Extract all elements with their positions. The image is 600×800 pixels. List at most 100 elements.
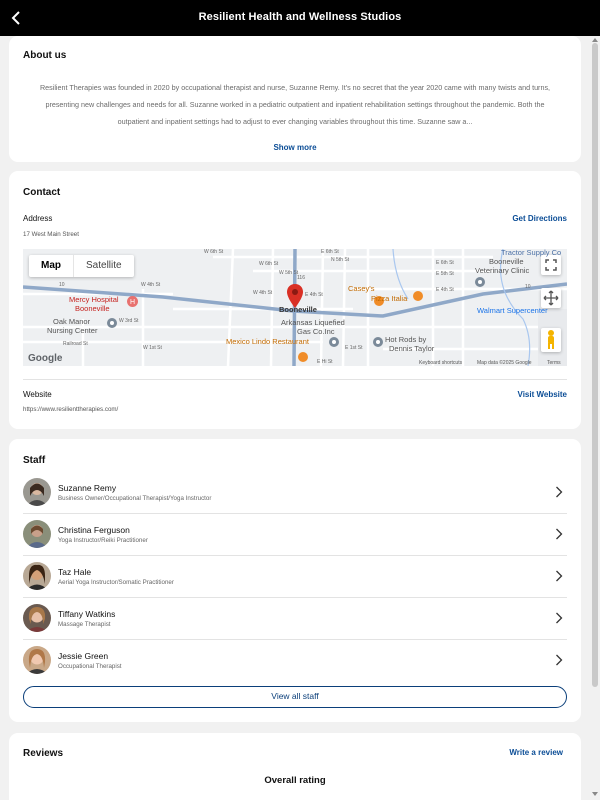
svg-text:H: H [130,299,135,306]
map-label-vet: Booneville [489,257,524,266]
map-tab[interactable]: Map [29,255,73,277]
poi-marker-icon [107,318,117,328]
street-label: W 3rd St [119,318,139,324]
map[interactable]: Map Satellite H Booneville Mercy Hospita… [23,249,567,366]
scroll-up-icon[interactable] [592,38,598,42]
visit-website-link[interactable]: Visit Website [518,390,568,399]
poi-marker-icon [373,337,383,347]
map-label-oak: Oak Manor [53,317,91,326]
route-label: 10 [59,282,65,288]
staff-role: Yoga Instructor/Reiki Practitioner [58,537,148,544]
satellite-tab[interactable]: Satellite [73,255,134,277]
map-label-mexico: Mexico Lindo Restaurant [226,337,309,346]
staff-role: Business Owner/Occupational Therapist/Yo… [58,495,212,502]
about-text: Resilient Therapies was founded in 2020 … [39,83,551,126]
street-view-button[interactable] [541,328,561,352]
reviews-card: Reviews Write a review Overall rating [9,733,581,800]
overall-rating-label: Overall rating [264,775,326,786]
map-label-oak-2: Nursing Center [47,326,98,335]
street-label: W 5th St [279,270,299,276]
staff-name: Christina Ferguson [58,525,130,535]
google-logo: Google [28,353,63,364]
staff-card: Staff Suzanne Remy Business Owner/Occupa… [9,439,581,722]
write-review-link[interactable]: Write a review [509,748,563,757]
content-area[interactable]: About us Resilient Therapies was founded… [0,36,600,800]
map-data-attribution: Map data ©2025 Google [477,360,532,366]
contact-heading: Contact [23,187,61,198]
reviews-heading: Reviews [23,748,64,759]
poi-marker-icon [329,337,339,347]
map-label-mercy: Mercy Hospital [69,295,119,304]
staff-row[interactable]: Suzanne Remy Business Owner/Occupational… [23,471,567,513]
street-label: E 4th St [305,292,323,298]
terms-link[interactable]: Terms [547,360,561,366]
fullscreen-button[interactable] [541,255,561,275]
poi-marker-icon [475,277,485,287]
chevron-right-icon [556,486,563,498]
scroll-down-icon[interactable] [592,792,598,796]
show-more-link[interactable]: Show more [273,143,316,152]
staff-role: Occupational Therapist [58,663,122,670]
website-label: Website [23,390,52,399]
chevron-right-icon [556,654,563,666]
avatar [23,562,51,590]
chevron-right-icon [556,612,563,624]
street-label: W 4th St [141,282,161,288]
staff-heading: Staff [23,455,46,466]
chevron-right-icon [556,570,563,582]
staff-role: Massage Therapist [58,621,111,628]
get-directions-link[interactable]: Get Directions [512,214,567,223]
map-label-caseys: Casey's [348,284,375,293]
map-label-pizza: Pizza Italia [371,294,408,303]
staff-name: Tiffany Watkins [58,609,116,619]
map-label-booneville: Booneville [279,305,317,314]
staff-row[interactable]: Tiffany Watkins Massage Therapist [23,597,567,639]
street-label: E 1st St [345,345,363,351]
scrollbar[interactable] [592,43,598,687]
restaurant-icon [298,352,308,362]
contact-card: Contact Address Get Directions 17 West M… [9,171,581,429]
street-label: E 4th St [436,287,454,293]
map-label-vet-2: Veterinary Clinic [475,266,530,275]
restaurant-icon [413,291,423,301]
map-label-walmart: Walmart Supercenter [477,306,548,315]
page-title: Resilient Health and Wellness Studios [198,11,402,23]
street-label: E 6th St [436,260,454,266]
map-label-arkansas-2: Gas Co.Inc [297,327,335,336]
street-label: W 6th St [259,261,279,267]
staff-name: Taz Hale [58,567,92,577]
move-arrows-icon [543,290,559,306]
hospital-icon: H [127,296,138,307]
street-label: N 5th St [331,257,350,263]
staff-row[interactable]: Christina Ferguson Yoga Instructor/Reiki… [23,513,567,555]
street-label: W 4th St [253,290,273,296]
pan-control[interactable] [541,288,561,308]
map-label-hotrods: Hot Rods by [385,335,427,344]
street-label: E Hi St [317,359,333,365]
map-label-mercy-2: Booneville [75,304,110,313]
avatar [23,646,51,674]
staff-row[interactable]: Jessie Green Occupational Therapist [23,639,567,681]
staff-role: Aerial Yoga Instructor/Somatic Practitio… [58,579,174,586]
route-label: 116 [297,275,305,281]
divider [23,379,567,380]
avatar [23,520,51,548]
address-label: Address [23,214,53,223]
map-label-arkansas: Arkansas Liquefied [281,318,345,327]
map-label-tractor: Tractor Supply Co [501,249,562,257]
street-label: W 6th St [204,249,224,255]
street-label: W 1st St [143,345,162,351]
staff-row[interactable]: Taz Hale Aerial Yoga Instructor/Somatic … [23,555,567,597]
website-url: https://www.resilienttherapies.com/ [23,406,119,413]
chevron-right-icon [556,528,563,540]
keyboard-shortcuts-link[interactable]: Keyboard shortcuts [419,360,462,366]
avatar [23,604,51,632]
staff-name: Jessie Green [58,651,109,661]
about-card: About us Resilient Therapies was founded… [9,36,581,162]
route-label: 10 [525,284,531,290]
view-all-staff-button[interactable]: View all staff [23,686,567,708]
about-heading: About us [23,50,67,61]
street-label: Railroad St [63,341,88,347]
staff-name: Suzanne Remy [58,483,117,493]
map-label-hotrods-2: Dennis Taylor [389,344,435,353]
